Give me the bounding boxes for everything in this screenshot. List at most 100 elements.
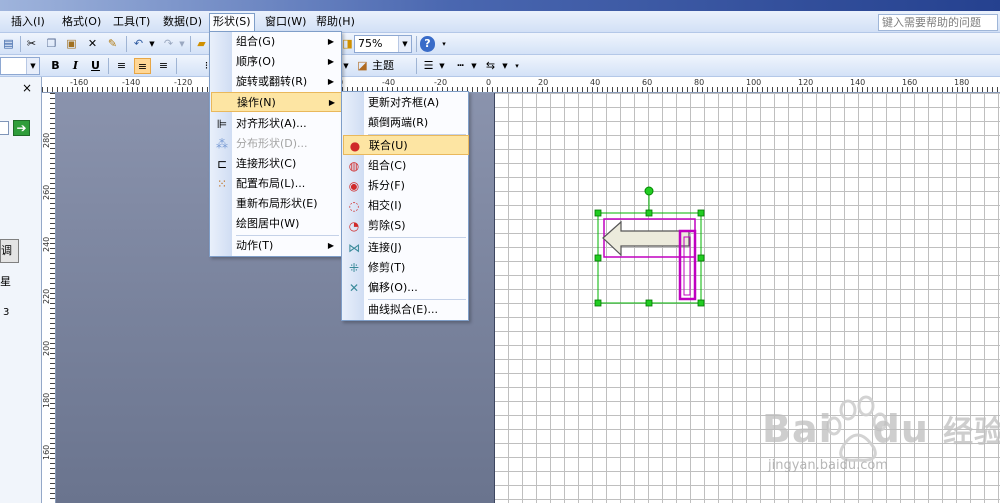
menu-item-relayout[interactable]: 重新布局形状(E)	[211, 194, 340, 214]
ruler-label: -120	[174, 78, 193, 87]
selected-shapes[interactable]	[590, 185, 710, 310]
menu-item-group[interactable]: 组合(G) ▶	[211, 32, 340, 52]
ruler-label: 160	[902, 78, 918, 87]
go-arrow-icon[interactable]: ➔	[13, 120, 30, 136]
menu-data[interactable]: 数据(D)	[160, 13, 205, 31]
rotation-handle[interactable]	[644, 186, 654, 196]
menu-item-align-shapes[interactable]: ⊫ 对齐形状(A)...	[211, 114, 340, 134]
theme-button[interactable]: 主题(M)	[372, 58, 412, 88]
dropdown-icon[interactable]: ▼	[501, 58, 509, 74]
align-center-icon[interactable]: ≡	[134, 58, 151, 74]
menu-item-label: 颠倒两端(R)	[368, 116, 429, 129]
theme-icon[interactable]: ◪	[354, 58, 371, 74]
menu-item-offset[interactable]: ✕ 偏移(O)...	[343, 278, 467, 298]
menu-item-connect-shapes[interactable]: ⊏ 连接形状(C)	[211, 154, 340, 174]
menu-item-rotate-flip[interactable]: 旋转或翻转(R) ▶	[211, 72, 340, 92]
menu-item-trim[interactable]: ⁜ 修剪(T)	[343, 258, 467, 278]
line-ends-icon[interactable]: ⇆	[482, 58, 499, 74]
pane-text: 星	[0, 275, 11, 288]
ruler-label: 60	[642, 78, 653, 87]
menu-item-label: 偏移(O)...	[368, 281, 418, 294]
pane-search-input[interactable]	[0, 121, 9, 135]
toolbar-options-icon[interactable]: ▾	[440, 36, 448, 52]
zoom-combo[interactable]: 75% ▼	[354, 35, 412, 53]
pane-tab[interactable]: 调前	[0, 239, 19, 263]
menu-item-label: 连接形状(C)	[236, 157, 297, 170]
trim-icon: ⁜	[348, 261, 360, 275]
menu-item-join[interactable]: ⋈ 连接(J)	[343, 238, 467, 258]
menu-tools[interactable]: 工具(T)	[110, 13, 153, 31]
menu-shape[interactable]: 形状(S)	[209, 13, 255, 31]
toolbar-separator	[20, 36, 21, 52]
menu-item-fragment[interactable]: ◉ 拆分(F)	[343, 176, 467, 196]
menu-item-label: 绘图居中(W)	[236, 217, 300, 230]
chevron-down-icon[interactable]: ▼	[398, 36, 411, 52]
distribute-shapes-icon: ⁂	[216, 137, 228, 151]
redo-icon[interactable]: ↷	[160, 36, 177, 52]
menu-format[interactable]: 格式(O)	[59, 13, 104, 31]
horizontal-ruler: -160-140-120-100-80-60-40-20020406080100…	[42, 77, 1000, 93]
menu-item-actions[interactable]: 动作(T) ▶	[211, 236, 340, 256]
menu-insert[interactable]: 插入(I)	[8, 13, 48, 31]
bold-button[interactable]: B	[47, 58, 64, 74]
dropdown-icon[interactable]: ▼	[438, 58, 446, 74]
menu-item-union[interactable]: ● 联合(U)	[343, 135, 469, 155]
align-shapes-icon: ⊫	[216, 117, 228, 131]
help-search-input[interactable]: 键入需要帮助的问题	[878, 14, 998, 31]
redo-dropdown-icon[interactable]: ▼	[178, 36, 186, 52]
chevron-down-icon[interactable]: ▼	[26, 58, 39, 74]
italic-button[interactable]: I	[67, 58, 84, 74]
menu-item-configure-layout[interactable]: ⁙ 配置布局(L)...	[211, 174, 340, 194]
vertical-ruler: 280 260 240 220 200 180 160	[42, 93, 56, 503]
open-icon[interactable]: ▰	[193, 36, 210, 52]
toolbar-separator	[176, 58, 177, 74]
menu-item-label: 操作(N)	[237, 96, 276, 109]
selection-handles[interactable]	[594, 209, 705, 307]
menu-item-label: 组合(G)	[236, 35, 276, 48]
menu-item-label: 分布形状(D)...	[236, 137, 308, 150]
menu-item-distribute-shapes[interactable]: ⁂ 分布形状(D)...	[211, 134, 340, 154]
menu-item-subtract[interactable]: ◔ 剪除(S)	[343, 216, 467, 236]
menu-item-label: 动作(T)	[236, 239, 274, 252]
menu-item-center-drawing[interactable]: 绘图居中(W)	[211, 214, 340, 234]
menu-item-label: 配置布局(L)...	[236, 177, 306, 190]
zoom-value: 75%	[358, 37, 383, 50]
line-pattern-icon[interactable]: ┅	[452, 58, 469, 74]
menu-item-update-alignment-box[interactable]: 更新对齐框(A)	[343, 93, 467, 113]
line-weight-icon[interactable]: ☰	[420, 58, 437, 74]
menu-item-label: 相交(I)	[368, 199, 402, 212]
menu-item-fit-curve[interactable]: 曲线拟合(E)...	[343, 300, 467, 320]
menu-window[interactable]: 窗口(W)	[262, 13, 309, 31]
format-painter-icon[interactable]: ✎	[104, 36, 121, 52]
dropdown-icon[interactable]: ▼	[342, 58, 350, 74]
undo-icon[interactable]: ↶	[130, 36, 147, 52]
toolbar-options-icon[interactable]: ▾	[513, 58, 521, 74]
intersect-icon: ◌	[348, 199, 360, 213]
title-bar	[0, 0, 1000, 11]
combine-icon: ◍	[348, 159, 360, 173]
left-arrow-shape[interactable]	[602, 220, 690, 257]
dropdown-icon[interactable]: ▼	[470, 58, 478, 74]
cut-icon[interactable]: ✂	[23, 36, 40, 52]
undo-dropdown-icon[interactable]: ▼	[148, 36, 156, 52]
menu-item-reverse-ends[interactable]: 颠倒两端(R)	[343, 113, 467, 133]
paste-icon[interactable]: ▣	[63, 36, 80, 52]
ruler-label: 240	[42, 236, 51, 252]
menu-item-label: 联合(U)	[369, 139, 408, 152]
align-right-icon[interactable]: ≡	[155, 58, 172, 74]
menu-help[interactable]: 帮助(H)	[313, 13, 358, 31]
ruler-label: -160	[70, 78, 89, 87]
close-icon[interactable]: ×	[22, 81, 32, 95]
align-left-icon[interactable]: ≡	[113, 58, 130, 74]
menu-item-operations[interactable]: 操作(N) ▶	[211, 92, 342, 112]
delete-icon[interactable]: ✕	[84, 36, 101, 52]
print-preview-icon[interactable]: ▤	[0, 36, 17, 52]
help-icon[interactable]: ?	[420, 36, 435, 52]
copy-icon[interactable]: ❐	[43, 36, 60, 52]
underline-button[interactable]: U	[87, 58, 104, 74]
menu-item-intersect[interactable]: ◌ 相交(I)	[343, 196, 467, 216]
menu-item-combine[interactable]: ◍ 组合(C)	[343, 156, 467, 176]
menu-item-order[interactable]: 顺序(O) ▶	[211, 52, 340, 72]
font-size-combo[interactable]: ▼	[0, 57, 40, 75]
ruler-label: 200	[42, 340, 51, 356]
